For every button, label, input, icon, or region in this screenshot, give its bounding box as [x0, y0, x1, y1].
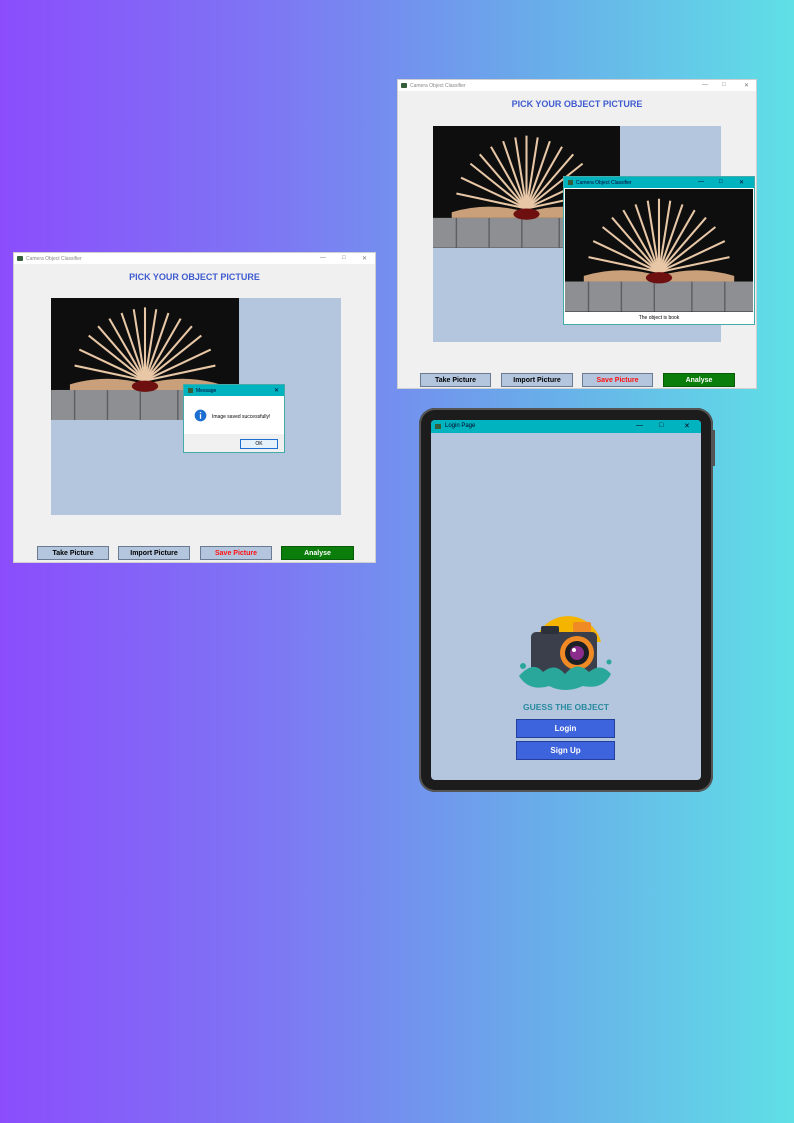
save-picture-button[interactable]: Save Picture	[582, 373, 653, 387]
close-icon[interactable]: ✕	[274, 387, 279, 394]
close-icon[interactable]: ✕	[739, 179, 744, 186]
window-title: Camera Object Classifier	[26, 256, 82, 262]
app-icon	[17, 256, 23, 261]
message-dialog: Message ✕ Image saved successfully! OK	[184, 385, 284, 452]
login-title-bar: Login Page — □ ✕	[431, 420, 701, 433]
left-app-window: Camera Object Classifier — □ ✕ PICK YOUR…	[14, 253, 375, 562]
page-title: PICK YOUR OBJECT PICTURE	[511, 99, 643, 109]
take-picture-button[interactable]: Take Picture	[420, 373, 491, 387]
analyse-button[interactable]: Analyse	[281, 546, 354, 560]
maximize-icon[interactable]: □	[719, 179, 723, 185]
page-title: PICK YOUR OBJECT PICTURE	[129, 272, 260, 282]
import-picture-button[interactable]: Import Picture	[501, 373, 573, 387]
tablet-frame: Login Page — □ ✕ GUESS THE OBJECT Login …	[419, 408, 715, 792]
result-text: The object is book	[638, 315, 680, 321]
result-book-photo	[565, 189, 753, 312]
tablet-side-button	[713, 430, 715, 466]
info-icon	[194, 409, 207, 422]
minimize-icon[interactable]: —	[698, 179, 704, 185]
close-icon[interactable]: ✕	[362, 255, 367, 262]
maximize-icon[interactable]: □	[722, 82, 726, 88]
maximize-icon[interactable]: □	[342, 255, 346, 261]
login-window: Login Page — □ ✕ GUESS THE OBJECT Login …	[431, 420, 701, 780]
minimize-icon[interactable]: —	[320, 255, 326, 261]
minimize-icon[interactable]: —	[636, 422, 643, 429]
title-bar: Camera Object Classifier — □ ✕	[14, 253, 375, 264]
dialog-title: Message	[196, 388, 217, 394]
app-icon	[435, 424, 441, 429]
close-icon[interactable]: ✕	[684, 422, 690, 430]
minimize-icon[interactable]: —	[702, 82, 708, 88]
take-picture-button[interactable]: Take Picture	[37, 546, 109, 560]
app-icon	[568, 180, 573, 185]
right-app-window: Camera Object Classifier — □ ✕ PICK YOUR…	[398, 80, 756, 388]
analyse-button[interactable]: Analyse	[663, 373, 735, 387]
window-title: Camera Object Classifier	[410, 83, 466, 89]
result-window: Camera Object Classifier — □ ✕ The objec…	[564, 177, 754, 324]
ok-button[interactable]: OK	[240, 439, 278, 449]
close-icon[interactable]: ✕	[744, 82, 749, 89]
dialog-title-bar: Message ✕	[184, 385, 284, 396]
signup-button[interactable]: Sign Up	[517, 742, 614, 759]
app-icon	[401, 83, 407, 88]
save-picture-button[interactable]: Save Picture	[200, 546, 272, 560]
result-title-bar: Camera Object Classifier — □ ✕	[564, 177, 754, 188]
maximize-icon[interactable]: □	[659, 422, 663, 429]
login-window-title: Login Page	[445, 423, 476, 429]
import-picture-button[interactable]: Import Picture	[118, 546, 190, 560]
dialog-message: Image saved successfully!	[212, 414, 271, 420]
login-button[interactable]: Login	[517, 720, 614, 737]
app-name: GUESS THE OBJECT	[523, 702, 609, 712]
camera-logo-icon	[519, 616, 612, 690]
app-icon	[188, 388, 193, 393]
result-window-title: Camera Object Classifier	[576, 180, 632, 186]
title-bar: Camera Object Classifier — □ ✕	[398, 80, 756, 91]
